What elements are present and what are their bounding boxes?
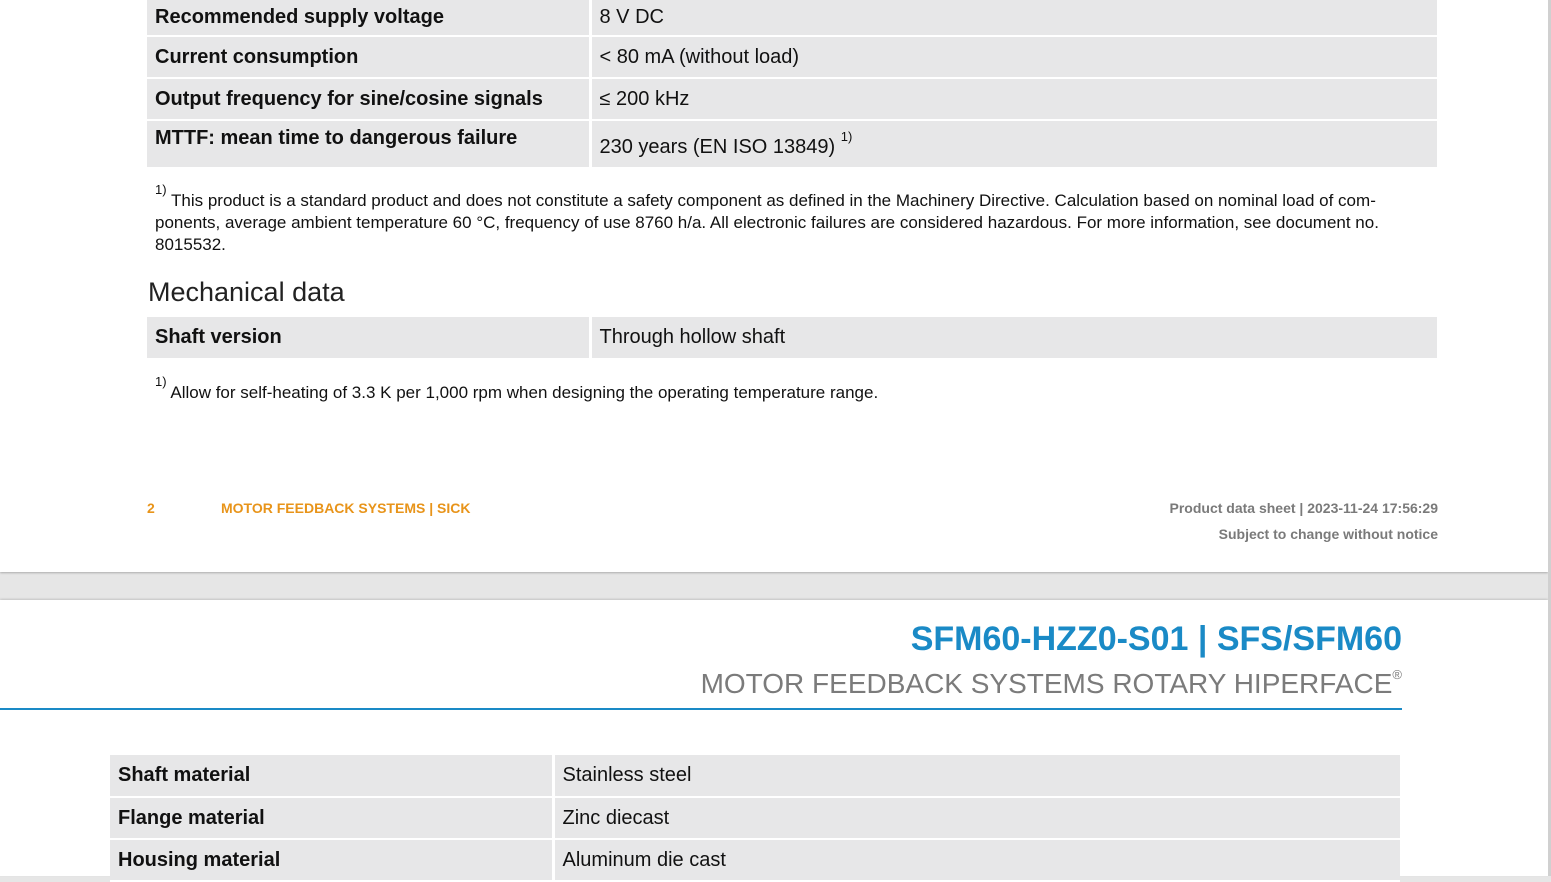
- row-label: Output frequency for sine/cosine signals: [147, 78, 592, 121]
- row-value: Through hollow shaft: [590, 317, 1437, 360]
- row-label: Recommended supply voltage: [147, 0, 592, 37]
- registered-mark: ®: [1392, 667, 1402, 682]
- table-row: Current consumption < 80 mA (without loa…: [147, 36, 1437, 79]
- footnote-marker: 1): [155, 374, 167, 389]
- footnote-ref: 1): [840, 128, 853, 144]
- table-row: Flange material Zinc diecast: [110, 797, 1400, 840]
- table-row: Recommended supply voltage 8 V DC: [147, 0, 1437, 37]
- subtitle-text: MOTOR FEEDBACK SYSTEMS ROTARY HIPERFACE: [700, 668, 1393, 699]
- row-label: MTTF: mean time to dangerous failure: [147, 120, 592, 169]
- document-subtitle: MOTOR FEEDBACK SYSTEMS ROTARY HIPERFACE®: [701, 668, 1402, 700]
- electrical-data-table: Recommended supply voltage 8 V DC Curren…: [147, 0, 1437, 169]
- page-number: 2: [147, 500, 155, 516]
- footnote-text: This product is a standard product and d…: [155, 191, 1379, 254]
- row-label: Flange material: [110, 797, 555, 840]
- row-label: Shaft version: [147, 317, 592, 360]
- footnote-text: Allow for self-heating of 3.3 K per 1,00…: [170, 383, 879, 402]
- row-label: Shaft material: [110, 755, 555, 798]
- section-heading: Mechanical data: [148, 277, 345, 307]
- row-value: ≤ 200 kHz: [590, 78, 1437, 121]
- footnote-heating: 1) Allow for self-heating of 3.3 K per 1…: [155, 375, 1415, 404]
- row-value: Stainless steel: [553, 755, 1400, 798]
- footer-doc-type: Product data sheet | 2023-11-24 17:56:29: [1169, 500, 1439, 516]
- mechanical-data-table-continued: Shaft material Stainless steel Flange ma…: [110, 755, 1400, 882]
- row-value: < 80 mA (without load): [590, 36, 1437, 79]
- mechanical-data-table: Shaft version Through hollow shaft: [147, 317, 1437, 360]
- table-row: Shaft version Through hollow shaft: [147, 317, 1437, 360]
- row-value: Aluminum die cast: [553, 839, 1400, 882]
- title-divider: [0, 708, 1402, 710]
- table-row: MTTF: mean time to dangerous failure 230…: [147, 120, 1437, 169]
- row-value: Zinc diecast: [553, 797, 1400, 840]
- footer-notice: Subject to change without notice: [1218, 526, 1438, 542]
- document-title: SFM60-HZZ0-S01 | SFS/SFM60: [910, 620, 1402, 658]
- row-label: Housing material: [110, 839, 555, 882]
- row-value: 230 years (EN ISO 13849) 1): [590, 120, 1437, 169]
- table-row: Housing material Aluminum die cast: [110, 839, 1400, 882]
- footnote-mttf: 1) This product is a standard product an…: [155, 183, 1415, 256]
- footnote-marker: 1): [155, 182, 167, 197]
- value-text: 230 years (EN ISO 13849): [599, 135, 836, 158]
- row-label: Current consumption: [147, 36, 592, 79]
- table-row: Output frequency for sine/cosine signals…: [147, 78, 1437, 121]
- row-value: 8 V DC: [590, 0, 1437, 37]
- footer-brand: MOTOR FEEDBACK SYSTEMS | SICK: [221, 500, 471, 516]
- document-page-2: Recommended supply voltage 8 V DC Curren…: [0, 0, 1548, 572]
- table-row: Shaft material Stainless steel: [110, 755, 1400, 798]
